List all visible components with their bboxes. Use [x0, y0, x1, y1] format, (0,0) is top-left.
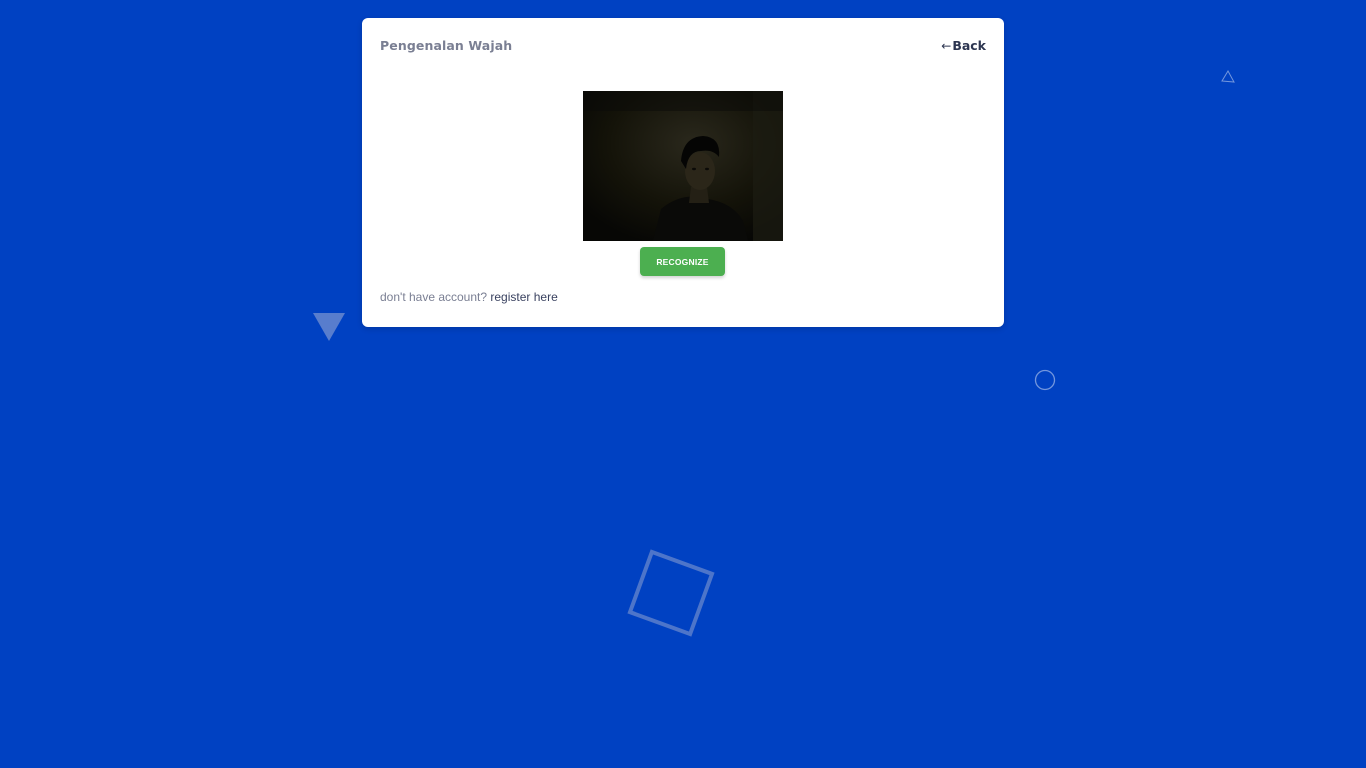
page-background: Pengenalan Wajah ← Back RECOGNIZE don't … — [0, 0, 1366, 768]
register-prompt: don't have account? register here — [380, 290, 558, 304]
circle-shape — [1034, 369, 1056, 391]
small-triangle-shape — [1221, 69, 1235, 83]
triangle-down-shape — [313, 313, 345, 341]
back-arrow-icon: ← — [941, 38, 952, 53]
register-prompt-text: don't have account? — [380, 290, 488, 304]
recognize-button[interactable]: RECOGNIZE — [640, 247, 725, 276]
square-shape — [627, 549, 715, 637]
back-link[interactable]: ← Back — [941, 38, 986, 53]
page-title: Pengenalan Wajah — [380, 38, 513, 53]
webcam-video — [583, 91, 783, 241]
webcam-person-image — [583, 91, 783, 241]
register-link[interactable]: register here — [490, 290, 557, 304]
face-recognition-card: Pengenalan Wajah ← Back RECOGNIZE don't … — [362, 18, 1004, 327]
back-label: Back — [952, 38, 986, 53]
